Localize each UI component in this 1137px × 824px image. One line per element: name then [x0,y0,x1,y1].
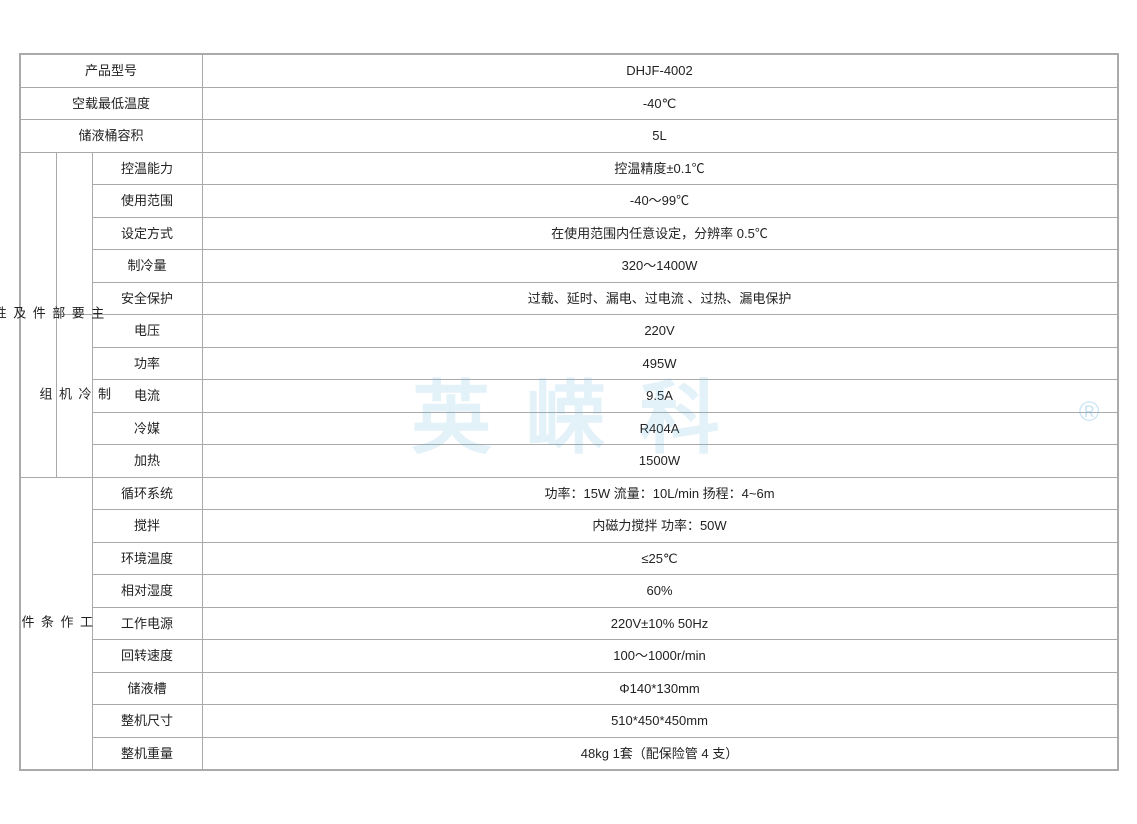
table-row: 功率495W [20,347,1117,380]
table-row: 使用范围-40～99℃ [20,185,1117,218]
table-row: 整机重量48kg 1套（配保险管 4 支） [20,737,1117,770]
row-value: 48kg 1套（配保险管 4 支） [202,737,1117,770]
table-row: 制冷量320～1400W [20,250,1117,283]
sub-group-empty [56,152,92,315]
table-row: 加热1500W [20,445,1117,478]
row-value: 过载、延时、漏电、过电流 、过热、漏电保护 [202,282,1117,315]
row-value: 495W [202,347,1117,380]
row-label: 设定方式 [92,217,202,250]
spec-table-wrapper: 英 嵘 科 ® 产品型号 DHJF-4002 空载最低温度 -40℃ 储液桶容积… [19,53,1119,771]
table-row: 整机尺寸510*450*450mm [20,705,1117,738]
row-value: -40～99℃ [202,185,1117,218]
row-value: 220V [202,315,1117,348]
row-label: 循环系统 [92,477,202,510]
table-row: 相对湿度60% [20,575,1117,608]
row-label: 产品型号 [20,55,202,88]
row-value: 100～1000r/min [202,640,1117,673]
table-row: 搅拌内磁力搅拌 功率：50W [20,510,1117,543]
row-value: 控温精度±0.1℃ [202,152,1117,185]
row-value: R404A [202,412,1117,445]
row-label: 搅拌 [92,510,202,543]
table-row: 回转速度100～1000r/min [20,640,1117,673]
spec-table: 产品型号 DHJF-4002 空载最低温度 -40℃ 储液桶容积 5L 主要部件… [20,54,1118,770]
table-row: 安全保护过载、延时、漏电、过电流 、过热、漏电保护 [20,282,1117,315]
row-value: -40℃ [202,87,1117,120]
table-row: 工作条件循环系统功率：15W 流量：10L/min 扬程：4~6m [20,477,1117,510]
row-value: 60% [202,575,1117,608]
row-label: 整机重量 [92,737,202,770]
main-group-label: 主要部件及性能 [20,152,56,477]
main-group-label: 工作条件 [20,477,92,770]
row-value: 5L [202,120,1117,153]
table-row: 空载最低温度 -40℃ [20,87,1117,120]
row-label: 安全保护 [92,282,202,315]
row-label: 回转速度 [92,640,202,673]
row-value: 内磁力搅拌 功率：50W [202,510,1117,543]
row-value: 在使用范围内任意设定，分辨率 0.5℃ [202,217,1117,250]
row-label: 加热 [92,445,202,478]
table-row: 储液桶容积 5L [20,120,1117,153]
row-value: 功率：15W 流量：10L/min 扬程：4~6m [202,477,1117,510]
row-value: ≤25℃ [202,542,1117,575]
table-row: 产品型号 DHJF-4002 [20,55,1117,88]
row-label: 工作电源 [92,607,202,640]
row-label: 整机尺寸 [92,705,202,738]
row-value: 1500W [202,445,1117,478]
row-value: 220V±10% 50Hz [202,607,1117,640]
row-label: 冷媒 [92,412,202,445]
table-row: 储液槽Φ140*130mm [20,672,1117,705]
table-row: 主要部件及性能控温能力控温精度±0.1℃ [20,152,1117,185]
row-label: 环境温度 [92,542,202,575]
row-value: 510*450*450mm [202,705,1117,738]
table-row: 环境温度≤25℃ [20,542,1117,575]
table-row: 电流9.5A [20,380,1117,413]
row-label: 制冷量 [92,250,202,283]
row-value: DHJF-4002 [202,55,1117,88]
table-row: 制冷机组电压220V [20,315,1117,348]
row-label: 储液桶容积 [20,120,202,153]
row-label: 相对湿度 [92,575,202,608]
table-row: 工作电源220V±10% 50Hz [20,607,1117,640]
row-label: 使用范围 [92,185,202,218]
row-label: 空载最低温度 [20,87,202,120]
table-row: 冷媒R404A [20,412,1117,445]
row-value: Φ140*130mm [202,672,1117,705]
table-row: 设定方式在使用范围内任意设定，分辨率 0.5℃ [20,217,1117,250]
row-label: 控温能力 [92,152,202,185]
row-label: 电压 [92,315,202,348]
sub-group-label: 制冷机组 [56,315,92,478]
row-value: 320～1400W [202,250,1117,283]
row-label: 功率 [92,347,202,380]
row-value: 9.5A [202,380,1117,413]
row-label: 储液槽 [92,672,202,705]
